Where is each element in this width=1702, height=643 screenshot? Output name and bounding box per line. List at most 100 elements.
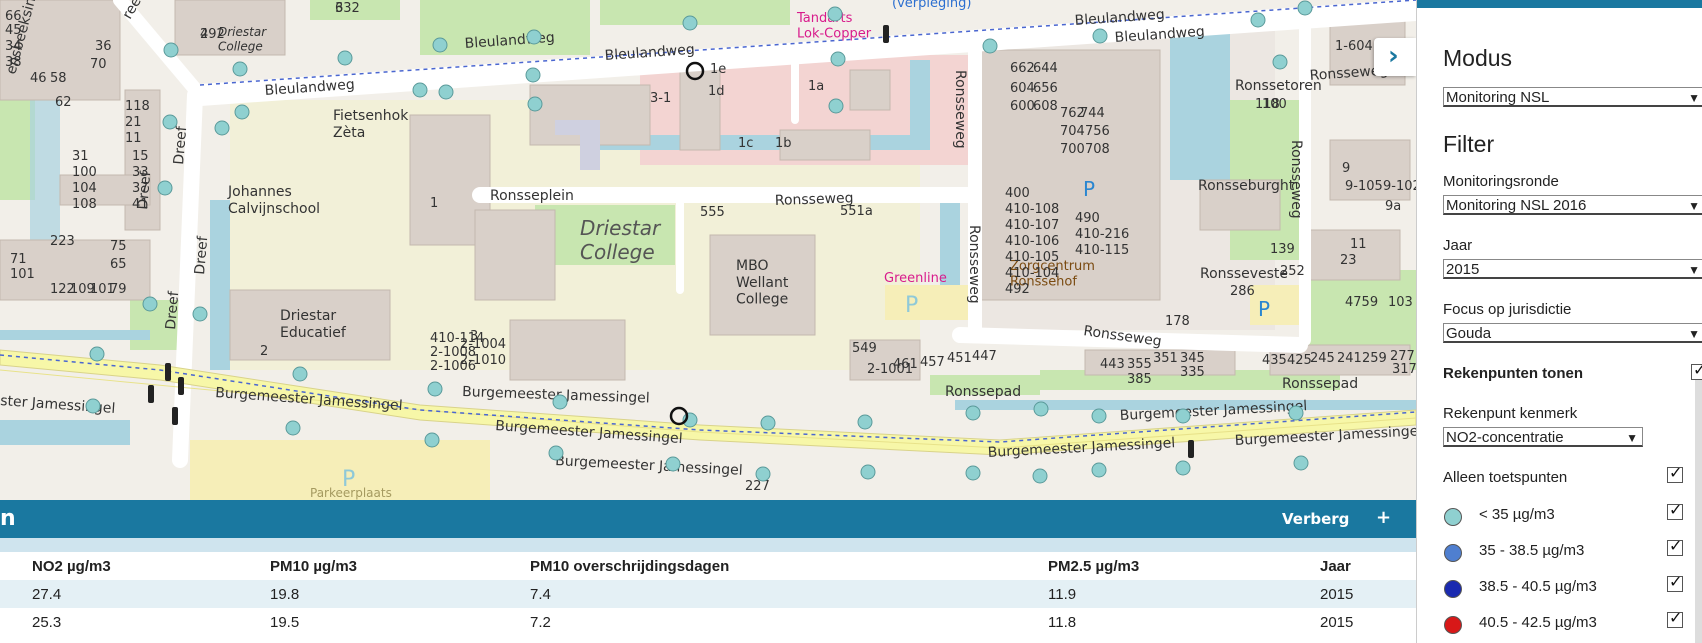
measurement-point[interactable]	[828, 98, 844, 114]
measurement-point[interactable]	[1092, 28, 1108, 44]
house-number: 410-105	[1005, 250, 1059, 265]
measurement-point[interactable]	[1288, 405, 1304, 421]
measurement-point[interactable]	[1175, 460, 1191, 476]
measurement-point[interactable]	[438, 84, 454, 100]
kenmerk-select[interactable]: NO2-concentratie ▼	[1443, 427, 1643, 447]
legend-checkbox[interactable]	[1667, 572, 1683, 592]
measurement-point[interactable]	[285, 420, 301, 436]
rekenpunten-checkbox[interactable]	[1691, 360, 1702, 380]
measurement-point[interactable]	[1032, 468, 1048, 484]
chevron-down-icon: ▼	[1688, 91, 1700, 105]
measurement-point[interactable]	[192, 306, 208, 322]
measurement-point[interactable]	[1033, 401, 1049, 417]
measurement-point[interactable]	[162, 114, 178, 130]
ronde-select[interactable]: Monitoring NSL 2016 ▼	[1443, 195, 1702, 215]
column-header[interactable]: PM2.5 µg/m3	[1047, 552, 1319, 580]
measurement-point[interactable]	[1272, 54, 1288, 70]
column-header[interactable]: Jaar	[1319, 552, 1416, 580]
house-number: 104	[72, 181, 97, 196]
measurement-point[interactable]	[432, 37, 448, 53]
kenmerk-label: Rekenpunt kenmerk	[1443, 405, 1578, 422]
focus-select[interactable]: Gouda ▼	[1443, 323, 1702, 343]
chevron-right-icon: ›	[1388, 41, 1399, 71]
house-number: 34	[5, 39, 22, 54]
panel-scrollbar[interactable]	[1695, 380, 1702, 643]
expand-button[interactable]: +	[1376, 507, 1391, 528]
measurement-point[interactable]	[292, 366, 308, 382]
jaar-select[interactable]: 2015 ▼	[1443, 259, 1702, 279]
house-number: 45	[5, 23, 22, 38]
measurement-point[interactable]	[1175, 408, 1191, 424]
house-number: 400	[1005, 186, 1030, 201]
measurement-point[interactable]	[163, 42, 179, 58]
legend-checkbox[interactable]	[1667, 536, 1683, 556]
map-canvas[interactable]: Bleulandweg Bleulandweg Bleulandweg Bleu…	[0, 0, 1416, 500]
legend-checkbox[interactable]	[1667, 608, 1683, 628]
measurement-point[interactable]	[1297, 0, 1313, 16]
kenmerk-select-value: NO2-concentratie	[1446, 429, 1564, 446]
measurement-point[interactable]	[1250, 12, 1266, 28]
measurement-point[interactable]	[427, 381, 443, 397]
measurement-point[interactable]	[234, 104, 250, 120]
house-number: 3-1	[650, 91, 671, 106]
measurement-point[interactable]	[760, 415, 776, 431]
measurement-point[interactable]	[525, 67, 541, 83]
measurement-point[interactable]	[552, 394, 568, 410]
measurement-point[interactable]	[424, 432, 440, 448]
collapse-panel-button[interactable]: ›	[1374, 38, 1416, 76]
house-number: 100	[1262, 97, 1287, 112]
house-number: 9-105	[1345, 179, 1383, 194]
measurement-point[interactable]	[827, 6, 843, 22]
measurement-point[interactable]	[142, 296, 158, 312]
column-header[interactable]: NO2 µg/m3	[0, 552, 269, 580]
measurement-point[interactable]	[89, 346, 105, 362]
house-number: 62	[55, 95, 72, 110]
measurement-point[interactable]	[982, 38, 998, 54]
measurement-point[interactable]	[527, 96, 543, 112]
measurement-point[interactable]	[665, 456, 681, 472]
house-number: 9-102	[1383, 179, 1416, 194]
modus-select[interactable]: Monitoring NSL ▼	[1443, 87, 1702, 107]
focus-label: Focus op jurisdictie	[1443, 301, 1572, 318]
measurement-point[interactable]	[1091, 462, 1107, 478]
chevron-down-icon: ▼	[1626, 431, 1638, 445]
table-cell: 11.8	[1048, 613, 1077, 631]
house-number: 656	[1033, 81, 1058, 96]
measurement-point[interactable]	[232, 61, 248, 77]
measurement-point[interactable]	[412, 82, 428, 98]
measurement-point[interactable]	[830, 51, 846, 67]
column-header[interactable]: PM10 overschrijdingsdagen	[529, 552, 1047, 580]
parking-icon: P	[342, 467, 355, 492]
legend-checkbox[interactable]	[1667, 500, 1683, 520]
measurement-point[interactable]	[337, 50, 353, 66]
house-number: 259	[1362, 351, 1387, 366]
table-row[interactable]: 25.3 19.5 7.2 11.8 2015	[0, 608, 1416, 636]
measurement-point[interactable]	[526, 29, 542, 45]
measurement-point[interactable]	[85, 398, 101, 414]
measurement-point[interactable]	[214, 120, 230, 136]
house-number: 46	[30, 71, 47, 86]
measurement-point[interactable]	[548, 445, 564, 461]
measurement-point[interactable]	[682, 15, 698, 31]
house-number: 1	[430, 196, 438, 211]
measurement-point[interactable]	[965, 405, 981, 421]
street-label: Ronssepad	[945, 384, 1021, 400]
measurement-point[interactable]	[965, 465, 981, 481]
house-number: 70	[90, 57, 107, 72]
measurement-point[interactable]	[857, 414, 873, 430]
house-number: 644	[1033, 61, 1058, 76]
hide-button[interactable]: Verberg	[1282, 510, 1349, 528]
street-label: Ronsseburght	[1198, 178, 1295, 194]
column-header[interactable]: PM10 µg/m3	[269, 552, 529, 580]
measurement-point[interactable]	[1293, 455, 1309, 471]
toetspunten-label: Alleen toetspunten	[1443, 469, 1568, 486]
table-row[interactable]: 27.4 19.8 7.4 11.9 2015	[0, 580, 1416, 608]
measurement-point[interactable]	[755, 466, 771, 482]
measurement-point[interactable]	[157, 180, 173, 196]
toetspunten-checkbox[interactable]	[1667, 463, 1683, 483]
measurement-point[interactable]	[860, 464, 876, 480]
map-view[interactable]: Bleulandweg Bleulandweg Bleulandweg Bleu…	[0, 0, 1416, 500]
panel-topbar	[1417, 0, 1702, 8]
house-number: 355	[1127, 357, 1152, 372]
measurement-point[interactable]	[1091, 408, 1107, 424]
